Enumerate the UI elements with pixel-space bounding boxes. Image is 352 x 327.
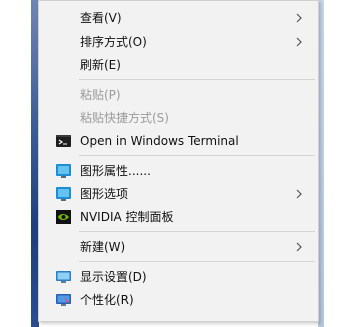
menu-item-nvidia-control-panel[interactable]: NVIDIA 控制面板 (39, 205, 318, 229)
menu-item-graphics-properties-label: 图形属性...... (80, 164, 151, 178)
menu-item-refresh[interactable]: 刷新(E) (39, 53, 318, 77)
menu-item-paste-shortcut-label: 粘贴快捷方式(S) (80, 111, 169, 125)
menu-item-view[interactable]: 查看(V) (39, 6, 318, 30)
chevron-right-icon (296, 189, 302, 199)
menu-item-new-label: 新建(W) (80, 240, 126, 254)
menu-item-nvidia-control-panel-label: NVIDIA 控制面板 (80, 210, 174, 224)
menu-item-open-terminal[interactable]: Open in Windows Terminal (39, 129, 318, 153)
nvidia-icon (56, 210, 71, 224)
menu-item-paste-shortcut[interactable]: 粘贴快捷方式(S) (39, 106, 318, 130)
menu-item-view-label: 查看(V) (80, 11, 122, 25)
menu-item-graphics-options-label: 图形选项 (80, 187, 129, 201)
menu-separator (79, 79, 315, 80)
menu-separator (79, 261, 315, 262)
menu-item-graphics-properties[interactable]: 图形属性...... (39, 159, 318, 183)
desktop-context-menu: 查看(V) 排序方式(O) 刷新(E) 粘贴(P) 粘贴快捷方式(S) Open… (38, 0, 319, 322)
chevron-right-icon (296, 242, 302, 252)
graphics-options-icon (56, 187, 71, 201)
menu-separator (79, 155, 315, 156)
menu-item-refresh-label: 刷新(E) (80, 58, 121, 72)
menu-item-display-settings-label: 显示设置(D) (80, 270, 147, 284)
menu-item-sort-by[interactable]: 排序方式(O) (39, 30, 318, 54)
chevron-right-icon (296, 37, 302, 47)
graphics-properties-icon (56, 164, 71, 178)
menu-item-personalize-label: 个性化(R) (80, 293, 134, 307)
menu-item-sort-by-label: 排序方式(O) (80, 35, 147, 49)
menu-item-paste-label: 粘贴(P) (80, 88, 121, 102)
terminal-icon (56, 135, 71, 147)
menu-item-new[interactable]: 新建(W) (39, 235, 318, 259)
personalize-icon (56, 294, 71, 306)
menu-separator (79, 231, 315, 232)
desktop: 查看(V) 排序方式(O) 刷新(E) 粘贴(P) 粘贴快捷方式(S) Open… (0, 0, 352, 327)
menu-item-graphics-options[interactable]: 图形选项 (39, 182, 318, 206)
display-settings-icon (56, 271, 71, 283)
menu-item-open-terminal-label: Open in Windows Terminal (80, 134, 239, 148)
menu-item-paste[interactable]: 粘贴(P) (39, 83, 318, 107)
menu-item-personalize[interactable]: 个性化(R) (39, 288, 318, 312)
chevron-right-icon (296, 13, 302, 23)
menu-item-display-settings[interactable]: 显示设置(D) (39, 265, 318, 289)
